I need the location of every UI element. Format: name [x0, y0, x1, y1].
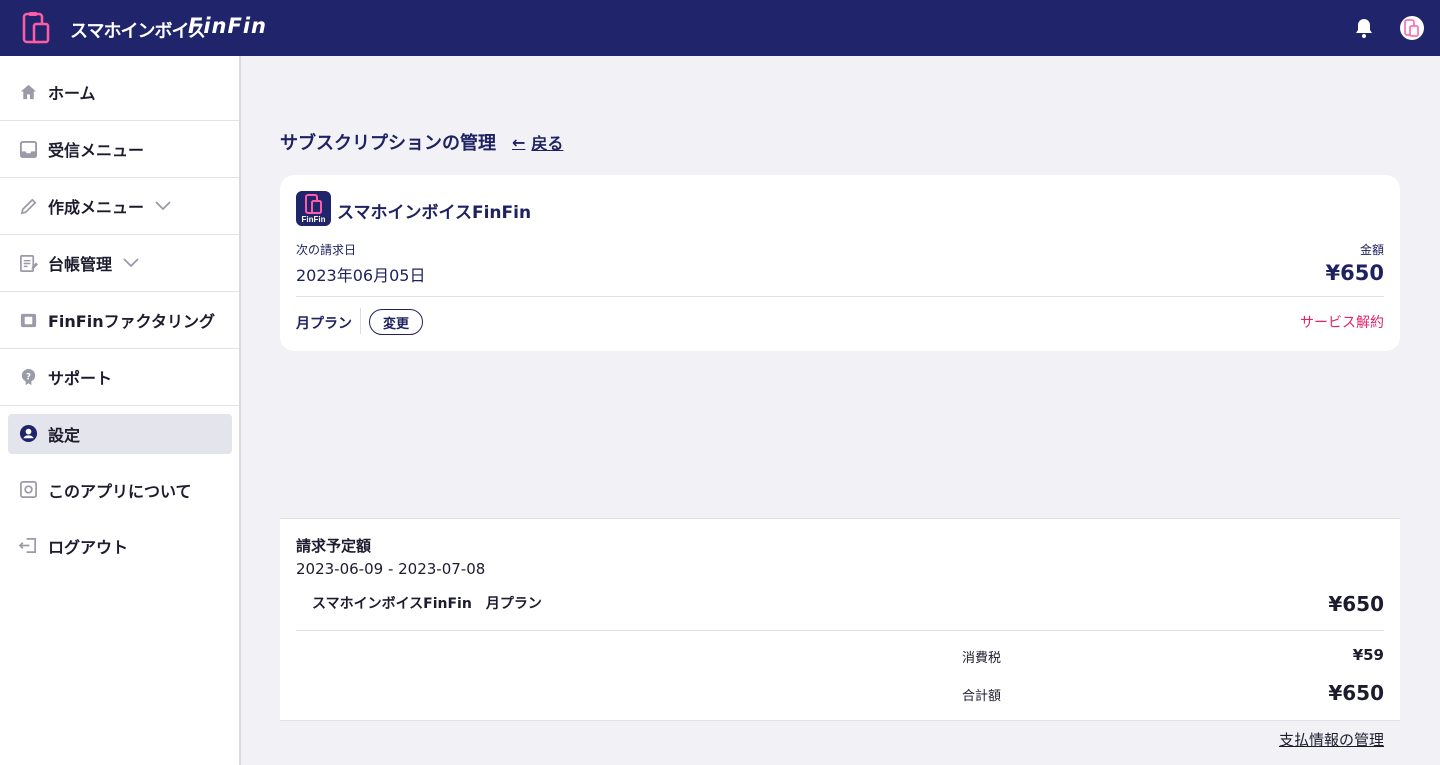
sidebar-item-label: ホーム: [48, 84, 96, 103]
sidebar-item-label: FinFinファクタリング: [48, 312, 215, 331]
main-content: サブスクリプションの管理 ← 戻る FinFin スマホインボイスFinFin …: [242, 56, 1440, 765]
sidebar-item-create[interactable]: 作成メニュー: [0, 178, 239, 235]
subscription-card: FinFin スマホインボイスFinFin 次の請求日 2023年06月05日 …: [280, 175, 1400, 351]
app-header: スマホインボイス FinFin: [0, 0, 1440, 56]
billing-title: 請求予定額: [296, 537, 372, 555]
pencil-icon: [20, 198, 37, 214]
finfin-app-icon: FinFin: [296, 191, 331, 226]
tax-amount: ¥59: [1352, 646, 1384, 664]
sidebar-item-label: 設定: [48, 425, 81, 445]
help-icon: ?: [21, 368, 36, 385]
amount-label: 金額: [1359, 243, 1384, 257]
app-name: スマホインボイスFinFin: [337, 203, 532, 223]
billing-item-amount: ¥650: [1328, 592, 1384, 616]
brand-name: スマホインボイス: [70, 21, 206, 42]
sidebar-item-label: 受信メニュー: [48, 141, 145, 160]
amount-value: ¥650: [1325, 261, 1384, 285]
app-info-icon: [20, 481, 37, 498]
bell-icon[interactable]: [1352, 16, 1376, 40]
wallet-icon: [20, 313, 37, 327]
sidebar-item-settings[interactable]: 設定: [0, 405, 239, 462]
sidebar-item-ledger[interactable]: 台帳管理: [0, 235, 239, 292]
divider: [360, 308, 361, 334]
account-icon: [19, 424, 38, 443]
billing-estimate-section: 請求予定額 2023-06-09 - 2023-07-08 スマホインボイスFi…: [280, 518, 1400, 720]
sidebar-item-logout[interactable]: ログアウト: [0, 517, 239, 574]
finfin-logo-icon: [22, 12, 50, 44]
user-avatar-icon[interactable]: [1400, 16, 1424, 40]
ledger-icon: [20, 254, 38, 272]
divider: [296, 630, 1384, 631]
sidebar-item-factoring[interactable]: FinFinファクタリング: [0, 292, 239, 349]
brand-logo-text: FinFin: [188, 14, 267, 38]
sidebar-item-home[interactable]: ホーム: [0, 64, 239, 121]
chevron-down-icon[interactable]: [123, 258, 139, 268]
svg-text:?: ?: [26, 372, 31, 382]
logout-icon: [19, 537, 37, 554]
billing-period: 2023-06-09 - 2023-07-08: [296, 560, 486, 578]
sidebar-item-label: サポート: [48, 369, 113, 388]
home-icon: [20, 84, 37, 99]
sidebar-item-inbox[interactable]: 受信メニュー: [0, 121, 239, 178]
divider: [296, 296, 1384, 297]
sidebar-item-label: ログアウト: [48, 537, 129, 557]
sidebar-item-label: 台帳管理: [48, 255, 113, 274]
payment-footer: 支払情報の管理: [280, 720, 1400, 765]
next-billing-label: 次の請求日: [296, 243, 357, 257]
sidebar-item-support[interactable]: ? サポート: [0, 349, 239, 406]
change-plan-button[interactable]: 変更: [369, 309, 423, 335]
page-title: サブスクリプションの管理: [280, 133, 496, 154]
inbox-icon: [19, 140, 38, 158]
svg-text:FinFin: FinFin: [302, 215, 326, 224]
total-amount: ¥650: [1328, 681, 1384, 705]
sidebar-item-label: このアプリについて: [48, 481, 192, 501]
chevron-down-icon[interactable]: [155, 201, 171, 211]
plan-label: 月プラン: [296, 316, 352, 332]
tax-label: 消費税: [962, 651, 1002, 666]
sidebar-item-label: 作成メニュー: [48, 198, 145, 217]
payment-info-link[interactable]: 支払情報の管理: [1279, 729, 1384, 750]
cancel-service-link[interactable]: サービス解約: [1300, 312, 1384, 332]
back-link[interactable]: ← 戻る: [512, 130, 563, 154]
total-label: 合計額: [962, 689, 1002, 704]
sidebar-nav: ホーム 受信メニュー 作成メニュー 台帳管理 FinFinファクタリング ? サ…: [0, 56, 241, 765]
back-label: 戻る: [531, 134, 564, 153]
sidebar-item-about[interactable]: このアプリについて: [0, 461, 239, 518]
next-billing-date: 2023年06月05日: [296, 266, 426, 285]
billing-item-label: スマホインボイスFinFin 月プラン: [312, 596, 542, 612]
arrow-left-icon: ←: [512, 132, 526, 152]
